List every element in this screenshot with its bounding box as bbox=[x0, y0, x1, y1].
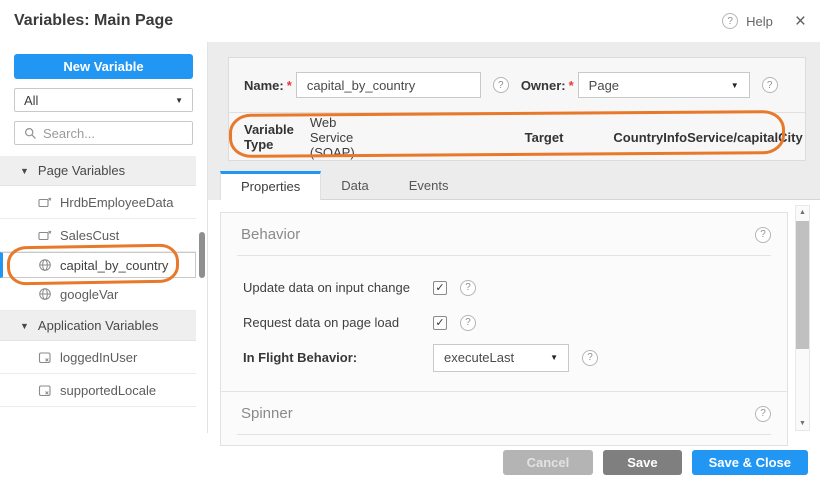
check-icon: ✓ bbox=[435, 316, 444, 329]
request-data-help-icon[interactable]: ? bbox=[460, 315, 476, 331]
row-request-data-on-page-load: Request data on page load ✓ ? bbox=[243, 305, 787, 340]
in-flight-behavior-select[interactable]: executeLast ▼ bbox=[433, 344, 569, 372]
variable-summary-card: Name: * ? Owner: * Page ▼ ? Variable Typ… bbox=[228, 57, 806, 161]
variable-type-label: Variable Type bbox=[244, 122, 294, 152]
owner-help-icon[interactable]: ? bbox=[762, 77, 778, 93]
variable-filter-value: All bbox=[24, 93, 38, 108]
variable-type-value: Web Service (SOAP) bbox=[310, 115, 355, 160]
request-data-label: Request data on page load bbox=[243, 315, 433, 330]
scroll-down-icon[interactable]: ▼ bbox=[799, 417, 806, 430]
web-service-icon bbox=[38, 258, 52, 272]
tree-item-loggedinuser[interactable]: loggedInUser bbox=[0, 341, 196, 374]
in-flight-behavior-value: executeLast bbox=[444, 350, 514, 365]
properties-panel: Behavior ? Update data on input change ✓… bbox=[208, 200, 820, 433]
search-input[interactable] bbox=[43, 126, 219, 141]
tree-item-salescust[interactable]: SalesCust bbox=[0, 219, 196, 252]
search-icon bbox=[24, 127, 37, 140]
tree-item-capital-by-country[interactable]: capital_by_country bbox=[0, 252, 196, 278]
tree-item-hrdbemployeedata[interactable]: HrdbEmployeeData bbox=[0, 186, 196, 219]
tab-properties[interactable]: Properties bbox=[220, 171, 321, 200]
live-variable-icon bbox=[38, 196, 52, 209]
new-variable-button[interactable]: New Variable bbox=[14, 54, 193, 79]
tab-events[interactable]: Events bbox=[389, 171, 469, 200]
tree-item-label: loggedInUser bbox=[60, 350, 137, 365]
help-link[interactable]: Help bbox=[746, 14, 773, 29]
scroll-up-icon[interactable]: ▲ bbox=[799, 206, 806, 219]
save-button[interactable]: Save bbox=[603, 450, 681, 475]
in-flight-behavior-label: In Flight Behavior: bbox=[243, 350, 433, 365]
sidebar-scrollbar[interactable] bbox=[199, 232, 205, 278]
tree-section-label: Application Variables bbox=[38, 318, 158, 333]
row-in-flight-behavior: In Flight Behavior: executeLast ▼ ? bbox=[243, 340, 787, 375]
required-marker: * bbox=[569, 78, 574, 93]
save-and-close-button[interactable]: Save & Close bbox=[692, 450, 808, 475]
behavior-help-icon[interactable]: ? bbox=[755, 227, 771, 243]
live-variable-icon bbox=[38, 229, 52, 242]
tree-section-application-variables[interactable]: ▼ Application Variables bbox=[0, 311, 196, 341]
chevron-down-icon: ▼ bbox=[731, 81, 739, 90]
tree-item-label: HrdbEmployeeData bbox=[60, 195, 173, 210]
tree-item-label: capital_by_country bbox=[60, 258, 168, 273]
close-icon[interactable]: × bbox=[795, 12, 806, 31]
owner-label: Owner: bbox=[521, 78, 566, 93]
tree-section-page-variables[interactable]: ▼ Page Variables bbox=[0, 156, 196, 186]
search-box bbox=[14, 121, 193, 145]
properties-sections-card: Behavior ? Update data on input change ✓… bbox=[220, 212, 788, 446]
sidebar: New Variable All ▼ ▼ Page Variables bbox=[0, 42, 208, 433]
behavior-section-header: Behavior ? bbox=[221, 213, 787, 255]
tree-item-label: supportedLocale bbox=[60, 383, 156, 398]
dialog-header: Variables: Main Page ? Help × bbox=[0, 0, 820, 42]
dialog-body: New Variable All ▼ ▼ Page Variables bbox=[0, 42, 820, 433]
variables-dialog: Variables: Main Page ? Help × New Variab… bbox=[0, 0, 820, 489]
model-variable-icon bbox=[38, 384, 52, 397]
tree-item-supportedlocale[interactable]: supportedLocale bbox=[0, 374, 196, 407]
page-title: Variables: Main Page bbox=[14, 12, 173, 30]
tree-item-label: SalesCust bbox=[60, 228, 119, 243]
cancel-button[interactable]: Cancel bbox=[503, 450, 594, 475]
behavior-title: Behavior bbox=[241, 226, 300, 243]
update-data-help-icon[interactable]: ? bbox=[460, 280, 476, 296]
check-icon: ✓ bbox=[435, 281, 444, 294]
spinner-help-icon[interactable]: ? bbox=[755, 406, 771, 422]
web-service-icon bbox=[38, 287, 52, 301]
triangle-down-icon: ▼ bbox=[20, 321, 29, 331]
model-variable-icon bbox=[38, 351, 52, 364]
chevron-down-icon: ▼ bbox=[550, 353, 558, 362]
update-data-checkbox[interactable]: ✓ bbox=[433, 281, 447, 295]
spinner-section-header: Spinner ? bbox=[221, 392, 787, 434]
name-help-icon[interactable]: ? bbox=[493, 77, 509, 93]
required-marker: * bbox=[287, 78, 292, 93]
name-label: Name: bbox=[244, 78, 284, 93]
in-flight-help-icon[interactable]: ? bbox=[582, 350, 598, 366]
owner-select[interactable]: Page ▼ bbox=[578, 72, 750, 98]
tree-item-label: googleVar bbox=[60, 287, 118, 302]
update-data-label: Update data on input change bbox=[243, 280, 433, 295]
tab-data[interactable]: Data bbox=[321, 171, 388, 200]
row-update-data-on-input-change: Update data on input change ✓ ? bbox=[243, 270, 787, 305]
tree-item-googlevar[interactable]: googleVar bbox=[0, 278, 196, 311]
chevron-down-icon: ▼ bbox=[175, 96, 183, 105]
name-input[interactable] bbox=[296, 72, 481, 98]
tab-bar: Properties Data Events bbox=[220, 171, 820, 200]
panel-scrollbar[interactable]: ▲ ▼ bbox=[795, 205, 810, 431]
triangle-down-icon: ▼ bbox=[20, 166, 29, 176]
target-label: Target bbox=[525, 130, 564, 145]
spinner-title: Spinner bbox=[241, 405, 293, 422]
variable-tree: ▼ Page Variables HrdbEmployeeData bbox=[0, 156, 196, 407]
owner-value: Page bbox=[589, 78, 619, 93]
scrollbar-thumb[interactable] bbox=[796, 221, 809, 349]
content-area: Name: * ? Owner: * Page ▼ ? Variable Typ… bbox=[208, 42, 820, 433]
tree-section-label: Page Variables bbox=[38, 163, 125, 178]
help-icon[interactable]: ? bbox=[722, 13, 738, 29]
request-data-checkbox[interactable]: ✓ bbox=[433, 316, 447, 330]
variable-filter-select[interactable]: All ▼ bbox=[14, 88, 193, 112]
target-value: CountryInfoService/capitalCity bbox=[613, 130, 802, 145]
